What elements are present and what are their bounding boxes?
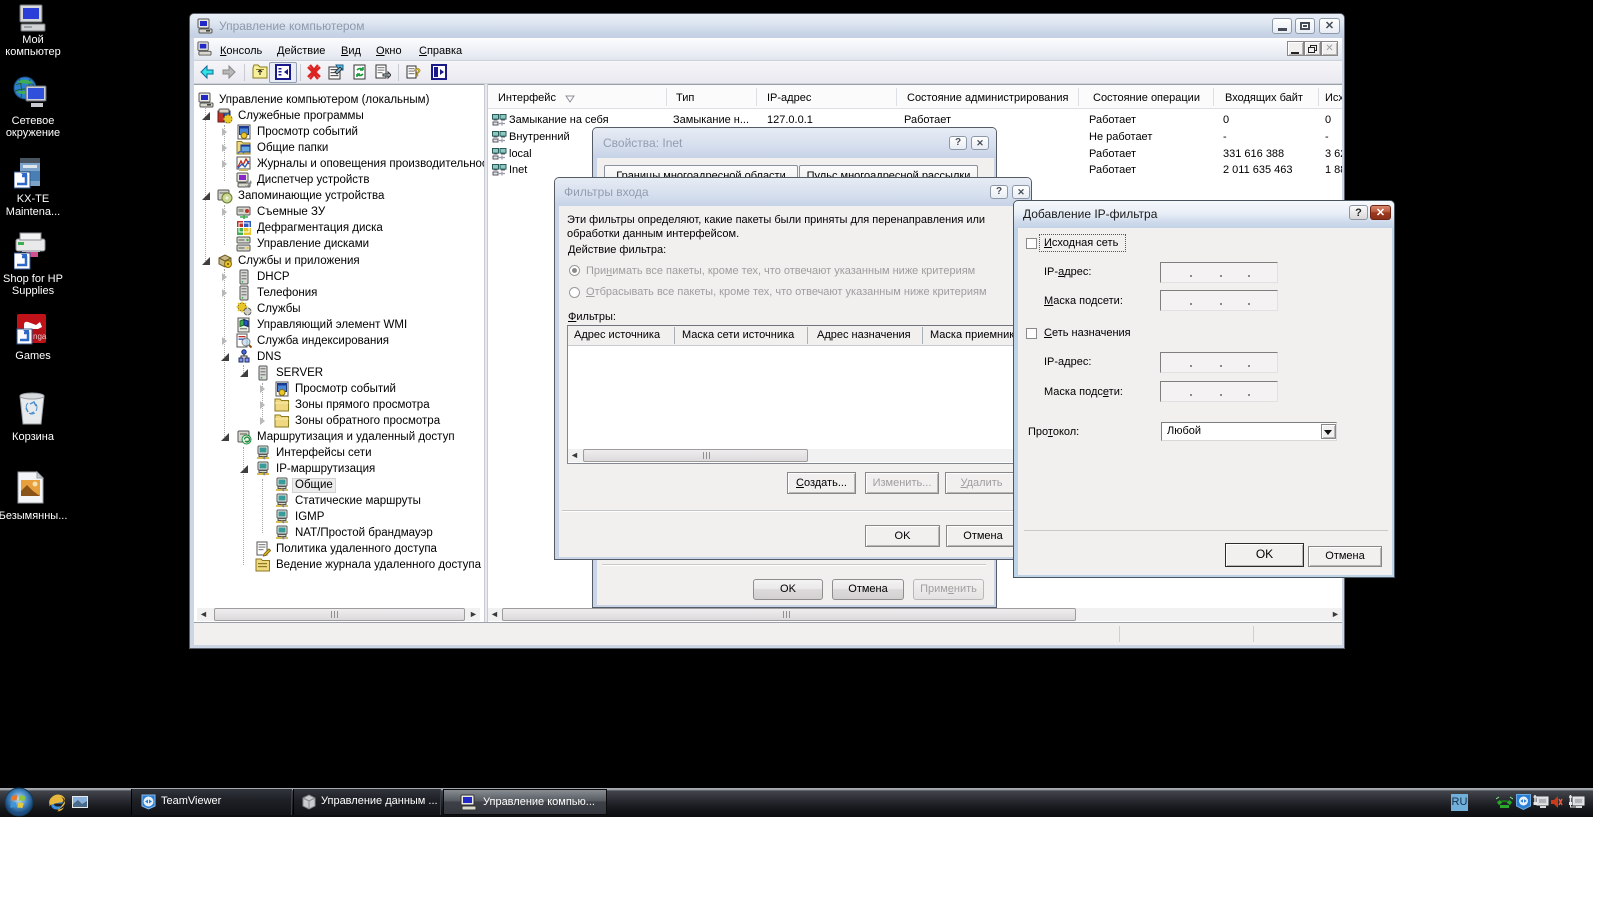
svg-text:?: ? (414, 67, 421, 79)
svg-text:nga: nga (33, 332, 47, 341)
